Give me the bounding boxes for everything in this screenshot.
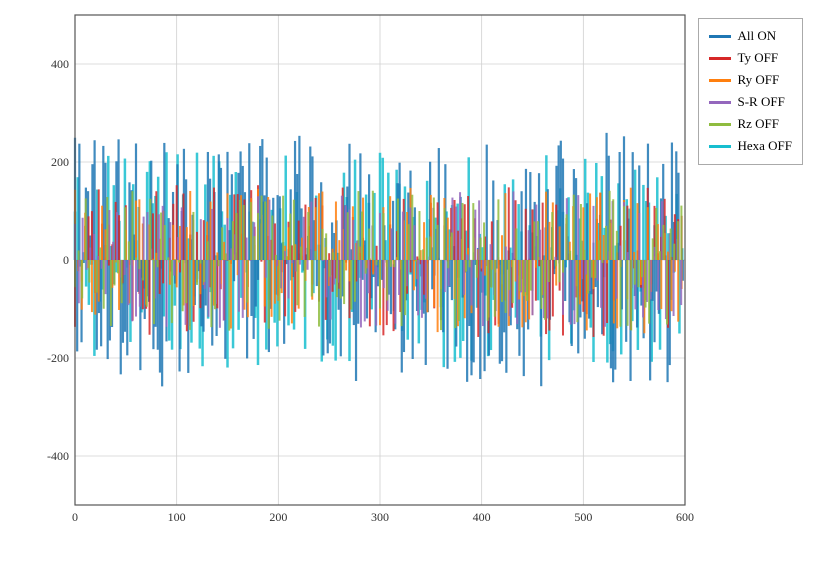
svg-text:0: 0 <box>72 510 78 524</box>
legend-label-ty-off: Ty OFF <box>737 47 778 69</box>
svg-text:400: 400 <box>473 510 491 524</box>
legend-item-all-on: All ON <box>709 25 792 47</box>
svg-text:200: 200 <box>269 510 287 524</box>
legend-label-ry-off: Ry OFF <box>737 69 779 91</box>
legend-label-hexa-off: Hexa OFF <box>737 135 792 157</box>
legend-label-sr-off: S-R OFF <box>737 91 784 113</box>
svg-text:100: 100 <box>168 510 186 524</box>
chart-container: -400 -200 0 200 400 0 100 200 300 400 500 600 All O… <box>0 0 821 584</box>
svg-text:600: 600 <box>676 510 694 524</box>
svg-text:-200: -200 <box>47 351 69 365</box>
svg-text:0: 0 <box>63 253 69 267</box>
svg-text:400: 400 <box>51 57 69 71</box>
legend-item-sr-off: S-R OFF <box>709 91 792 113</box>
legend-box: All ON Ty OFF Ry OFF S-R OFF Rz OFF Hexa… <box>698 18 803 165</box>
svg-text:-400: -400 <box>47 449 69 463</box>
svg-text:500: 500 <box>574 510 592 524</box>
legend-item-ty-off: Ty OFF <box>709 47 792 69</box>
legend-item-ry-off: Ry OFF <box>709 69 792 91</box>
svg-text:300: 300 <box>371 510 389 524</box>
legend-label-rz-off: Rz OFF <box>737 113 779 135</box>
legend-item-hexa-off: Hexa OFF <box>709 135 792 157</box>
legend-item-rz-off: Rz OFF <box>709 113 792 135</box>
svg-text:200: 200 <box>51 155 69 169</box>
legend-label-all-on: All ON <box>737 25 776 47</box>
